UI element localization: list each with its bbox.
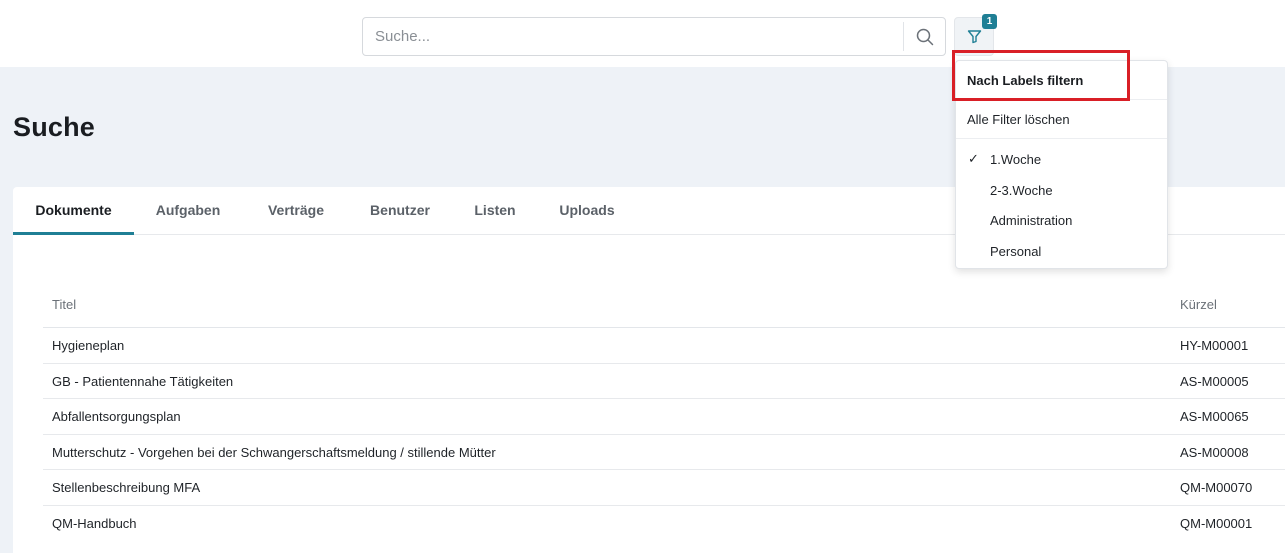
search-icon (916, 28, 934, 45)
row-title: Hygieneplan (52, 338, 125, 353)
page-title: Suche (13, 112, 96, 142)
check-icon: ✓ (968, 151, 979, 166)
tab-aufgaben[interactable]: Aufgaben (145, 187, 231, 235)
row-title: Mutterschutz - Vorgehen bei der Schwange… (52, 444, 496, 460)
table-row[interactable]: Hygieneplan HY-M00001 (43, 328, 1285, 364)
row-title: QM-Handbuch (52, 515, 137, 531)
filter-item-administration[interactable]: Administration (956, 205, 1167, 236)
search-input[interactable] (363, 18, 903, 55)
column-header-titel[interactable]: Titel (52, 297, 76, 312)
table-row[interactable]: GB - Patientennahe Tätigkeiten AS-M00005 (43, 364, 1285, 399)
row-title: Abfallentsorgungsplan (52, 409, 181, 424)
filter-item-label: 2-3.Woche (990, 182, 1053, 198)
column-header-kuerzel[interactable]: Kürzel (1180, 297, 1217, 312)
row-title: GB - Patientennahe Tätigkeiten (52, 373, 234, 389)
row-code: AS-M00005 (1180, 373, 1249, 389)
filter-item-personal[interactable]: Personal (956, 236, 1167, 267)
highlight-box (952, 50, 1130, 101)
row-code: QM-M00001 (1180, 515, 1253, 531)
search-box (362, 17, 946, 56)
tab-dokumente[interactable]: Dokumente (13, 187, 134, 235)
filter-item-2-3-woche[interactable]: 2-3.Woche (956, 175, 1167, 206)
row-title: Stellenbeschreibung MFA (52, 480, 201, 495)
tab-vertraege[interactable]: Verträge (256, 187, 336, 235)
row-code: AS-M00008 (1180, 444, 1249, 460)
table-row[interactable]: QM-Handbuch QM-M00001 (43, 506, 1285, 542)
filter-item-1-woche[interactable]: ✓ 1.Woche (956, 144, 1167, 175)
filter-count-badge: 1 (982, 14, 997, 29)
tab-benutzer[interactable]: Benutzer (359, 187, 441, 235)
filter-icon (967, 30, 981, 44)
filter-item-label: Administration (990, 213, 1073, 228)
filter-item-label: 1.Woche (990, 152, 1042, 167)
tab-listen[interactable]: Listen (465, 187, 525, 235)
table-row[interactable]: Mutterschutz - Vorgehen bei der Schwange… (43, 435, 1285, 470)
clear-filters-label: Alle Filter löschen (967, 112, 1070, 127)
filter-item-label: Personal (990, 243, 1042, 259)
documents-table: Titel Kürzel Hygieneplan HY-M00001 GB - … (43, 285, 1285, 541)
search-button[interactable] (904, 18, 946, 55)
row-code: AS-M00065 (1180, 409, 1249, 424)
row-code: HY-M00001 (1180, 338, 1249, 353)
tab-uploads[interactable]: Uploads (551, 187, 623, 235)
table-row[interactable]: Abfallentsorgungsplan AS-M00065 (43, 399, 1285, 435)
row-code: QM-M00070 (1180, 480, 1253, 495)
table-header: Titel Kürzel (43, 285, 1285, 328)
clear-filters-item[interactable]: Alle Filter löschen (956, 100, 1167, 139)
table-row[interactable]: Stellenbeschreibung MFA QM-M00070 (43, 470, 1285, 506)
